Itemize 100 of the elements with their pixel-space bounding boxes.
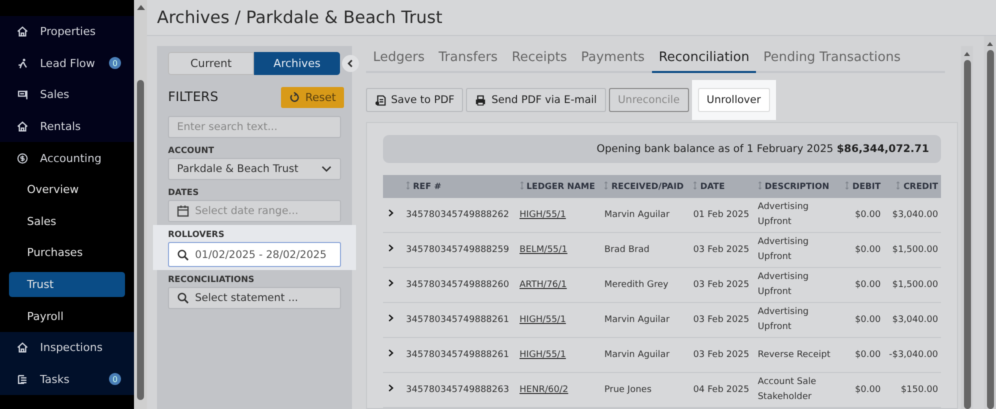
table-cell: 345780345749888260 — [403, 268, 517, 302]
expand-chevron-icon[interactable] — [388, 278, 394, 286]
scrollbar-thumb[interactable] — [137, 80, 144, 400]
scroll-up-icon[interactable] — [964, 52, 970, 56]
table-cell: Marvin Aguilar — [601, 302, 690, 338]
nav-item[interactable]: Tasks 0 — [0, 364, 134, 396]
expand-chevron-icon[interactable] — [388, 348, 394, 356]
table-cell: Reverse Receipt — [754, 338, 841, 372]
table-cell: $0.00 — [840, 372, 884, 408]
column-header[interactable]: RECEIVED/PAID — [601, 175, 690, 198]
table-cell: $0.00 — [840, 268, 884, 302]
nav-item[interactable]: Sales — [0, 79, 134, 111]
toggle-option[interactable]: Archives — [254, 52, 340, 75]
table-cell: 03 Feb 2025 — [690, 232, 755, 268]
field-label: ROLLOVERS — [168, 230, 226, 240]
table-cell: 04 Feb 2025 — [690, 372, 755, 408]
opening-balance-text: Opening bank balance as of 1 February 2025 $86,344,072.71 — [596, 143, 930, 155]
table-cell: 01 Feb 2025 — [690, 198, 755, 232]
sort-icon — [520, 181, 524, 190]
scrollbar-thumb[interactable] — [986, 50, 994, 409]
scrollbar-thumb[interactable] — [964, 60, 971, 409]
sort-icon — [896, 181, 900, 190]
field-label: DATES — [168, 188, 200, 198]
house-icon — [17, 26, 28, 38]
expand-chevron-icon[interactable] — [388, 244, 394, 252]
toggle-option[interactable]: Current — [168, 52, 254, 75]
table-cell: 345780345749888263 — [403, 372, 517, 408]
ledger-link[interactable]: BELM/55/1 — [520, 244, 568, 254]
column-header[interactable]: DATE — [690, 175, 755, 198]
table-cell: $0.00 — [840, 198, 884, 232]
reset-button[interactable]: Reset — [281, 87, 344, 108]
refresh-icon — [289, 92, 300, 103]
sort-icon — [845, 181, 850, 190]
sort-icon — [604, 181, 608, 190]
table-cell: Marvin Aguilar — [601, 198, 690, 232]
toolbar-button[interactable]: Unrollover — [698, 88, 770, 112]
table-cell: Advertising Upfront — [754, 302, 841, 338]
sort-icon — [758, 181, 762, 190]
column-header[interactable]: LEDGER NAME — [516, 175, 602, 198]
column-header[interactable]: CREDIT — [884, 175, 942, 198]
search-field[interactable]: 01/02/2025 - 28/02/2025 — [168, 242, 341, 267]
table-cell: $1,500.00 — [884, 268, 942, 302]
ledger-link[interactable]: HIGH/55/1 — [520, 210, 566, 220]
collapse-button[interactable] — [342, 55, 359, 72]
tab[interactable]: Reconciliation — [652, 46, 756, 73]
runner-icon — [17, 58, 28, 69]
table-cell: Advertising Upfront — [754, 198, 841, 232]
table-cell: 345780345749888261 — [403, 338, 517, 372]
ledger-link[interactable]: HIGH/55/1 — [520, 314, 566, 324]
dollar-icon — [17, 152, 28, 164]
expand-chevron-icon[interactable] — [388, 208, 394, 216]
nav-subitem[interactable]: Trust — [9, 272, 125, 298]
sort-icon — [693, 181, 698, 190]
nav-item[interactable]: Rentals — [0, 110, 134, 142]
chevron-left-icon — [346, 59, 355, 68]
house-icon — [17, 342, 28, 354]
expand-chevron-icon[interactable] — [388, 314, 394, 322]
sign-icon — [17, 89, 28, 100]
table-cell: $3,040.00 — [884, 302, 942, 338]
table-cell: 345780345749888262 — [403, 198, 517, 232]
tab[interactable]: Receipts — [504, 46, 574, 73]
expand-chevron-icon[interactable] — [388, 384, 394, 392]
column-header[interactable]: REF # — [403, 175, 517, 198]
document-icon — [375, 94, 386, 106]
tab[interactable]: Ledgers — [366, 46, 432, 73]
table-cell: $0.00 — [840, 232, 884, 268]
tab[interactable]: Payments — [574, 46, 652, 73]
scroll-up-icon[interactable] — [987, 42, 994, 46]
table-cell: $1,500.00 — [884, 232, 942, 268]
account-select[interactable]: Parkdale & Beach Trust — [168, 158, 341, 180]
column-header[interactable]: DEBIT — [840, 175, 884, 198]
nav-subitem[interactable]: Sales — [9, 208, 125, 234]
table-cell: Advertising Upfront — [754, 232, 841, 268]
nav-item[interactable]: Lead Flow 0 — [0, 48, 134, 80]
ledger-link[interactable]: HENR/60/2 — [520, 384, 568, 394]
table-cell: Brad Brad — [601, 232, 690, 268]
table-cell: $0.00 — [840, 338, 884, 372]
table-cell: -$3,040.00 — [884, 338, 942, 372]
ledger-link[interactable]: ARTH/76/1 — [520, 280, 567, 290]
filters-heading: FILTERS — [168, 90, 218, 105]
ledger-link[interactable]: HIGH/55/1 — [520, 350, 566, 360]
nav-item[interactable]: Inspections — [0, 332, 134, 364]
nav-subitem[interactable]: Purchases — [9, 240, 125, 266]
count-badge: 0 — [109, 57, 121, 70]
nav-item[interactable]: Properties — [0, 16, 134, 48]
tab[interactable]: Pending Transactions — [756, 46, 908, 73]
search-field[interactable]: Enter search text... — [168, 116, 341, 138]
nav-subitem[interactable]: Payroll — [9, 304, 125, 329]
toolbar-button[interactable]: Send PDF via E-mail — [466, 88, 606, 112]
checklist-icon — [17, 374, 28, 385]
table-cell: 03 Feb 2025 — [690, 338, 755, 372]
table-cell: Prue Jones — [601, 372, 690, 408]
nav-subitem[interactable]: Overview — [9, 177, 125, 202]
search-icon — [177, 248, 189, 260]
search-field[interactable]: Select statement ... — [168, 287, 341, 309]
tab[interactable]: Transfers — [432, 46, 505, 73]
column-header[interactable]: DESCRIPTION — [754, 175, 841, 198]
table-cell: Marvin Aguilar — [601, 338, 690, 372]
toolbar-button[interactable]: Save to PDF — [366, 88, 464, 112]
calendar-icon — [177, 205, 189, 217]
